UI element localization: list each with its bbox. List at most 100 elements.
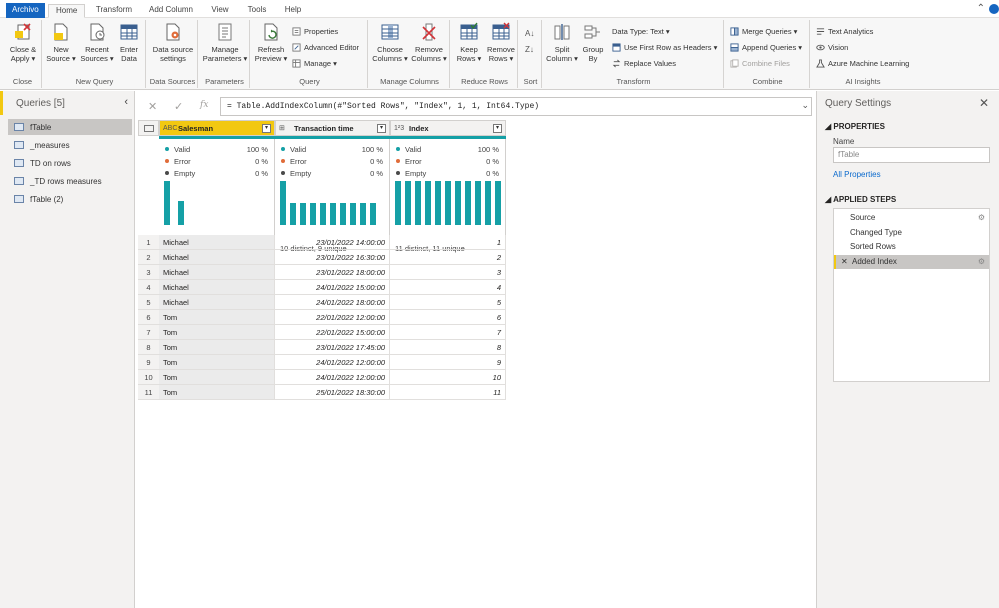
commit-formula-icon[interactable]: ✓ bbox=[174, 100, 183, 113]
column-header[interactable]: ⊞ Transaction time ▾ bbox=[275, 120, 390, 136]
distribution-bar[interactable] bbox=[455, 181, 461, 225]
distribution-bar[interactable] bbox=[300, 203, 306, 225]
table-cell[interactable]: 1 bbox=[390, 235, 506, 250]
row-number[interactable]: 9 bbox=[138, 355, 159, 370]
query-item[interactable]: _measures bbox=[8, 137, 132, 153]
remove-rows-button[interactable]: Remove Rows ▾ bbox=[486, 22, 516, 63]
distribution-bar[interactable] bbox=[395, 181, 401, 225]
refresh-preview-button[interactable]: Refresh Preview ▾ bbox=[254, 22, 288, 63]
distribution-bar[interactable] bbox=[330, 203, 336, 225]
row-number[interactable]: 8 bbox=[138, 340, 159, 355]
choose-columns-button[interactable]: Choose Columns ▾ bbox=[372, 22, 408, 63]
row-number[interactable]: 1 bbox=[138, 235, 159, 250]
distribution-bar[interactable] bbox=[280, 181, 286, 225]
row-number[interactable]: 5 bbox=[138, 295, 159, 310]
tab-home[interactable]: Home bbox=[48, 4, 86, 18]
distribution-bar[interactable] bbox=[320, 203, 326, 225]
table-cell[interactable]: Michael bbox=[159, 265, 275, 280]
distribution-bar[interactable] bbox=[290, 203, 296, 225]
vision-button[interactable]: Vision bbox=[816, 42, 848, 53]
all-properties-link[interactable]: All Properties bbox=[833, 170, 881, 179]
advanced-editor-button[interactable]: Advanced Editor bbox=[292, 42, 359, 53]
row-number[interactable]: 4 bbox=[138, 280, 159, 295]
distribution-bar[interactable] bbox=[310, 203, 316, 225]
distribution-bar[interactable] bbox=[164, 181, 170, 225]
table-cell[interactable]: 24/01/2022 15:00:00 bbox=[275, 280, 390, 295]
new-source-button[interactable]: New Source ▾ bbox=[46, 22, 76, 63]
combine-files-button[interactable]: Combine Files bbox=[730, 58, 790, 69]
table-cell[interactable]: Michael bbox=[159, 295, 275, 310]
data-type-dropdown[interactable]: Data Type: Text ▾ bbox=[612, 26, 670, 37]
distribution-bar[interactable] bbox=[405, 181, 411, 225]
use-first-row-headers-button[interactable]: Use First Row as Headers ▾ bbox=[612, 42, 717, 53]
column-type-icon[interactable]: ⊞ bbox=[279, 124, 292, 132]
table-cell[interactable]: 3 bbox=[390, 265, 506, 280]
query-item[interactable]: TD on rows bbox=[8, 155, 132, 171]
column-header[interactable]: 1²3 Index ▾ bbox=[390, 120, 506, 136]
row-number[interactable]: 10 bbox=[138, 370, 159, 385]
row-number[interactable]: 6 bbox=[138, 310, 159, 325]
table-cell[interactable]: 11 bbox=[390, 385, 506, 400]
table-cell[interactable]: Michael bbox=[159, 280, 275, 295]
table-cell[interactable]: 4 bbox=[390, 280, 506, 295]
chevron-left-icon[interactable]: ‹ bbox=[124, 96, 128, 108]
tab-archivo[interactable]: Archivo bbox=[6, 3, 45, 18]
applied-step[interactable]: Sorted Rows bbox=[834, 240, 989, 254]
table-menu-button[interactable] bbox=[138, 120, 159, 136]
table-cell[interactable]: 23/01/2022 17:45:00 bbox=[275, 340, 390, 355]
distribution-bar[interactable] bbox=[415, 181, 421, 225]
table-cell[interactable]: 6 bbox=[390, 310, 506, 325]
close-icon[interactable]: ✕ bbox=[979, 96, 989, 110]
distribution-bar[interactable] bbox=[340, 203, 346, 225]
distribution-bar[interactable] bbox=[485, 181, 491, 225]
split-column-button[interactable]: Split Column ▾ bbox=[546, 22, 578, 63]
distribution-bar[interactable] bbox=[360, 203, 366, 225]
table-cell[interactable]: 23/01/2022 14:00:00 bbox=[275, 235, 390, 250]
query-name-input[interactable]: fTable bbox=[833, 147, 990, 163]
delete-step-icon[interactable]: ✕ bbox=[841, 255, 848, 269]
tab-tools[interactable]: Tools bbox=[245, 4, 269, 18]
distribution-bar[interactable] bbox=[370, 203, 376, 225]
table-cell[interactable]: Michael bbox=[159, 250, 275, 265]
table-cell[interactable]: 10 bbox=[390, 370, 506, 385]
recent-sources-button[interactable]: Recent Sources ▾ bbox=[80, 22, 114, 63]
row-number[interactable]: 7 bbox=[138, 325, 159, 340]
table-cell[interactable]: Tom bbox=[159, 355, 275, 370]
distribution-bar[interactable] bbox=[465, 181, 471, 225]
expand-formula-icon[interactable]: ⌄ bbox=[801, 100, 809, 111]
table-cell[interactable]: 23/01/2022 16:30:00 bbox=[275, 250, 390, 265]
filter-dropdown-icon[interactable]: ▾ bbox=[493, 123, 502, 133]
distribution-bar[interactable] bbox=[435, 181, 441, 225]
distribution-bar[interactable] bbox=[445, 181, 451, 225]
fx-icon[interactable]: fx bbox=[200, 100, 208, 110]
table-cell[interactable]: 24/01/2022 12:00:00 bbox=[275, 355, 390, 370]
account-icon[interactable] bbox=[989, 4, 999, 14]
applied-step[interactable]: Source ⚙ bbox=[834, 211, 989, 225]
enter-data-button[interactable]: Enter Data bbox=[116, 22, 142, 63]
table-cell[interactable]: 9 bbox=[390, 355, 506, 370]
table-cell[interactable]: 25/01/2022 18:30:00 bbox=[275, 385, 390, 400]
applied-step[interactable]: Changed Type bbox=[834, 226, 989, 240]
tab-transform[interactable]: Transform bbox=[93, 4, 135, 18]
tab-view[interactable]: View bbox=[208, 4, 232, 18]
gear-icon[interactable]: ⚙ bbox=[978, 211, 985, 225]
distribution-bar[interactable] bbox=[178, 200, 184, 225]
sort-descending-button[interactable]: Z↓ bbox=[525, 44, 534, 55]
sort-ascending-button[interactable]: A↓ bbox=[525, 28, 534, 39]
append-queries-button[interactable]: Append Queries ▾ bbox=[730, 42, 802, 53]
table-cell[interactable]: 2 bbox=[390, 250, 506, 265]
applied-step[interactable]: ✕ Added Index ⚙ bbox=[834, 254, 989, 269]
tab-add-column[interactable]: Add Column bbox=[147, 4, 195, 18]
filter-dropdown-icon[interactable]: ▾ bbox=[262, 123, 271, 133]
remove-columns-button[interactable]: Remove Columns ▾ bbox=[410, 22, 448, 63]
distribution-bar[interactable] bbox=[350, 203, 356, 225]
manage-button[interactable]: Manage ▾ bbox=[292, 58, 337, 69]
table-cell[interactable]: 24/01/2022 12:00:00 bbox=[275, 370, 390, 385]
table-cell[interactable]: Michael bbox=[159, 235, 275, 250]
distribution-bar[interactable] bbox=[475, 181, 481, 225]
table-cell[interactable]: 8 bbox=[390, 340, 506, 355]
table-cell[interactable]: Tom bbox=[159, 310, 275, 325]
keep-rows-button[interactable]: Keep Rows ▾ bbox=[454, 22, 484, 63]
table-cell[interactable]: 7 bbox=[390, 325, 506, 340]
group-by-button[interactable]: Group By bbox=[580, 22, 606, 63]
